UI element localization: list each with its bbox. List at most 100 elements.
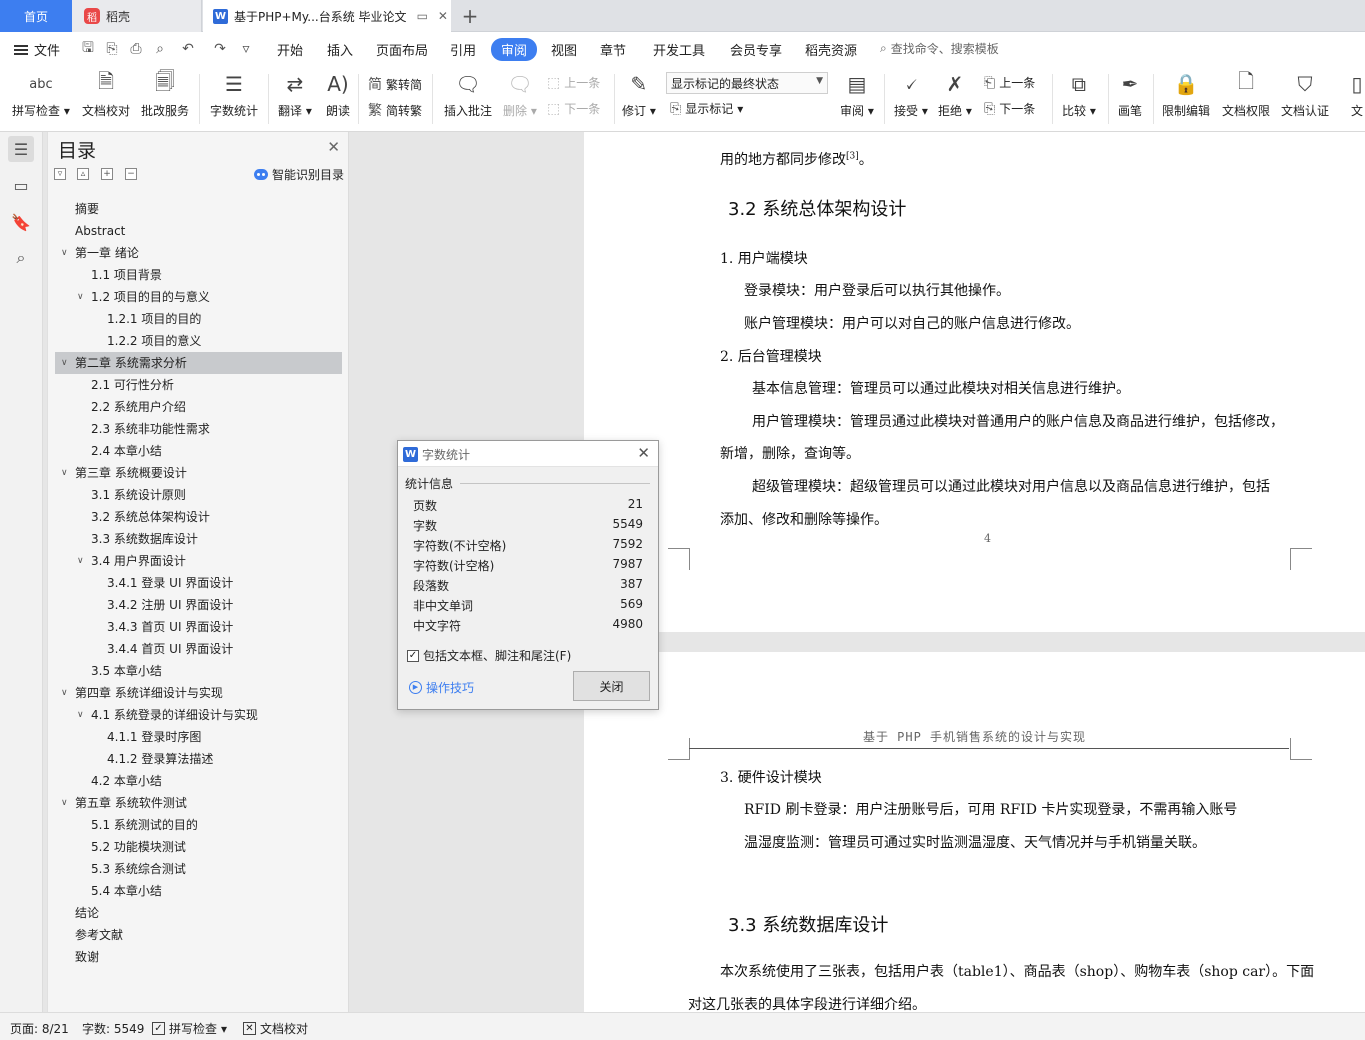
- toc-item[interactable]: 2.1 可行性分析: [55, 374, 342, 396]
- redo-icon[interactable]: ↷: [212, 41, 228, 57]
- menu-member[interactable]: 会员专享: [730, 40, 782, 59]
- translate-button[interactable]: ⇄ 翻译 ▾: [278, 70, 312, 119]
- read-aloud-button[interactable]: A) 朗读: [324, 70, 352, 119]
- toc-item[interactable]: 2.4 本章小结: [55, 440, 342, 462]
- pen-button[interactable]: ✒ 画笔: [1116, 70, 1144, 119]
- toc-item[interactable]: ∨ 第三章 系统概要设计: [55, 462, 342, 484]
- show-markup-button[interactable]: ⎘ 显示标记 ▾: [670, 100, 743, 117]
- chevron-down-icon[interactable]: ∨: [61, 682, 71, 704]
- toc-item[interactable]: 4.2 本章小结: [55, 770, 342, 792]
- close-icon[interactable]: ✕: [637, 444, 650, 462]
- print-icon[interactable]: ⎙: [128, 41, 144, 57]
- close-icon[interactable]: ✕: [327, 138, 340, 156]
- toc-item[interactable]: ∨ 4.1 系统登录的详细设计与实现: [55, 704, 342, 726]
- expand-all-icon[interactable]: ▵: [77, 168, 89, 180]
- menu-daoke-resources[interactable]: 稻壳资源: [805, 40, 857, 59]
- menu-page-layout[interactable]: 页面布局: [376, 40, 428, 59]
- close-button[interactable]: 关闭: [573, 671, 650, 701]
- batch-service-button[interactable]: 🗐 批改服务: [141, 69, 189, 119]
- doc-proof-button[interactable]: 🗎 文档校对: [82, 69, 130, 119]
- toc-item[interactable]: 3.2 系统总体架构设计: [55, 506, 342, 528]
- toc-item[interactable]: 1.2.2 项目的意义: [55, 330, 342, 352]
- tips-link[interactable]: ▶ 操作技巧: [409, 679, 474, 696]
- toc-item[interactable]: 2.2 系统用户介绍: [55, 396, 342, 418]
- toc-item[interactable]: ∨ 第一章 绪论: [55, 242, 342, 264]
- chevron-down-icon[interactable]: ∨: [61, 242, 71, 264]
- toc-item[interactable]: 5.2 功能模块测试: [55, 836, 342, 858]
- chevron-down-icon[interactable]: ∨: [61, 352, 71, 374]
- toc-item[interactable]: 结论: [55, 902, 342, 924]
- accept-button[interactable]: 🗸 接受 ▾: [894, 70, 928, 119]
- word-count-button[interactable]: ☰ 字数统计: [210, 70, 258, 119]
- export-icon[interactable]: ⎘: [104, 41, 120, 57]
- toc-item[interactable]: 1.1 项目背景: [55, 264, 342, 286]
- simp-to-trad-button[interactable]: 繁 简转繁: [368, 100, 422, 120]
- toc-item[interactable]: 摘要: [55, 198, 342, 220]
- chevron-down-icon[interactable]: ∨: [77, 550, 87, 572]
- toc-item[interactable]: 5.3 系统综合测试: [55, 858, 342, 880]
- toc-item[interactable]: 3.4.1 登录 UI 界面设计: [55, 572, 342, 594]
- new-tab-icon[interactable]: +: [458, 4, 482, 28]
- tab-document[interactable]: W 基于PHP+My...台系统 毕业论文 ▭ ✕: [203, 0, 451, 32]
- compare-button[interactable]: ⧉ 比较 ▾: [1062, 70, 1096, 119]
- toc-item[interactable]: 4.1.2 登录算法描述: [55, 748, 342, 770]
- status-doc-proof[interactable]: ✕ 文档校对: [243, 1020, 308, 1037]
- chevron-down-icon[interactable]: ∨: [77, 286, 87, 308]
- menu-developer[interactable]: 开发工具: [653, 40, 705, 59]
- menu-insert[interactable]: 插入: [327, 40, 353, 59]
- close-tab-icon[interactable]: ✕: [438, 9, 448, 23]
- prev-change-button[interactable]: ⎗ 上一条: [984, 74, 1035, 91]
- bookmark-icon[interactable]: 🔖: [8, 209, 34, 235]
- toc-item[interactable]: 参考文献: [55, 924, 342, 946]
- toc-item[interactable]: 3.4.4 首页 UI 界面设计: [55, 638, 342, 660]
- remove-heading-icon[interactable]: −: [125, 168, 137, 180]
- toc-item[interactable]: Abstract: [55, 220, 342, 242]
- spell-check-button[interactable]: abc 拼写检查 ▾: [12, 70, 70, 119]
- save-icon[interactable]: 🖫: [80, 40, 96, 57]
- add-heading-icon[interactable]: +: [101, 168, 113, 180]
- toc-item[interactable]: 3.1 系统设计原则: [55, 484, 342, 506]
- toc-item[interactable]: 5.4 本章小结: [55, 880, 342, 902]
- trad-to-simp-button[interactable]: 简 繁转简: [368, 74, 422, 94]
- menu-references[interactable]: 引用: [450, 40, 476, 59]
- toc-item[interactable]: 3.3 系统数据库设计: [55, 528, 342, 550]
- smart-toc-button[interactable]: 智能识别目录: [253, 166, 344, 183]
- window-icon[interactable]: ▭: [417, 9, 428, 23]
- menu-view[interactable]: 视图: [551, 40, 577, 59]
- toc-item[interactable]: 3.5 本章小结: [55, 660, 342, 682]
- print-preview-icon[interactable]: ⌕: [152, 41, 168, 57]
- status-spell-check[interactable]: ✓ 拼写检查 ▾: [152, 1020, 227, 1037]
- chevron-down-icon[interactable]: ∨: [77, 704, 87, 726]
- command-search[interactable]: ⌕ 查找命令、搜索模板: [880, 40, 999, 57]
- next-comment-button[interactable]: ⬚ 下一条: [547, 100, 600, 117]
- toc-pane-icon[interactable]: ☰: [8, 136, 34, 162]
- toc-item[interactable]: 3.4.2 注册 UI 界面设计: [55, 594, 342, 616]
- toc-item[interactable]: ∨ 1.2 项目的目的与意义: [55, 286, 342, 308]
- menu-start[interactable]: 开始: [277, 40, 303, 59]
- page-indicator[interactable]: 页面: 8/21: [10, 1020, 69, 1037]
- review-pane-button[interactable]: ▤ 审阅 ▾: [840, 70, 874, 119]
- chapter-nav-icon[interactable]: ▭: [8, 172, 34, 198]
- track-changes-button[interactable]: ✎ 修订 ▾: [622, 70, 656, 119]
- toc-item[interactable]: 3.4.3 首页 UI 界面设计: [55, 616, 342, 638]
- restrict-edit-button[interactable]: 🔒 限制编辑: [1162, 70, 1210, 119]
- toc-item[interactable]: ∨ 3.4 用户界面设计: [55, 550, 342, 572]
- doc-cert-button[interactable]: ⛉ 文档认证: [1281, 70, 1329, 119]
- tab-daoke[interactable]: 稻 稻壳: [72, 0, 202, 32]
- menu-review[interactable]: 审阅: [491, 38, 538, 61]
- toc-item[interactable]: ∨ 第二章 系统需求分析: [55, 352, 342, 374]
- chevron-down-icon[interactable]: ∨: [61, 462, 71, 484]
- dialog-titlebar[interactable]: W 字数统计 ✕: [398, 441, 658, 467]
- reject-button[interactable]: ✗ 拒绝 ▾: [938, 70, 972, 119]
- toc-item[interactable]: 5.1 系统测试的目的: [55, 814, 342, 836]
- customize-icon[interactable]: ▿: [238, 41, 254, 57]
- toc-item[interactable]: 致谢: [55, 946, 342, 968]
- toc-item[interactable]: ∨ 第五章 系统软件测试: [55, 792, 342, 814]
- chevron-down-icon[interactable]: ∨: [61, 792, 71, 814]
- undo-icon[interactable]: ↶: [180, 41, 196, 57]
- menu-chapter[interactable]: 章节: [600, 40, 626, 59]
- search-icon[interactable]: ⌕: [8, 245, 34, 271]
- markup-mode-select[interactable]: 显示标记的最终状态 ▼: [666, 72, 828, 94]
- doc-more-button[interactable]: ▯ 文: [1343, 70, 1365, 119]
- file-menu[interactable]: 文件: [14, 40, 60, 59]
